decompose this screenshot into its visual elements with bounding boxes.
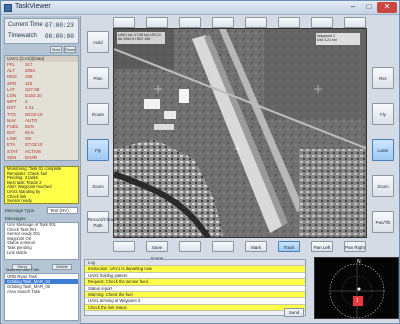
title-bar: TaskViewer – □ ✕ <box>1 1 399 15</box>
side-left-button-6[interactable]: Record/Clear Path <box>87 211 115 233</box>
pan-left-button[interactable]: Pan Left <box>311 241 333 252</box>
send-log-button[interactable]: Send <box>284 308 304 317</box>
side-right-button-5[interactable]: Pan/Tilt <box>372 211 394 233</box>
mark-button[interactable]: Mark <box>245 241 267 252</box>
bottom-button-blank-2[interactable] <box>179 241 201 252</box>
maximize-button[interactable]: □ <box>361 2 377 13</box>
side-left-button-3[interactable]: Route <box>87 103 109 125</box>
radar-north-label: N <box>357 259 361 265</box>
top-button-3[interactable] <box>179 17 201 28</box>
radar-contact-label: 1 <box>356 298 359 304</box>
side-right-button-1[interactable]: Rec <box>372 67 394 89</box>
uav-info-label: UAV1 lat:-27.08 lon:153.10 Alt 2064 ft H… <box>117 32 165 44</box>
timewatch-label: Timewatch <box>8 33 37 39</box>
task-list-item[interactable]: Area Search Task <box>5 289 78 294</box>
close-button[interactable]: ✕ <box>377 2 397 13</box>
waypoint-info-line-2: Dist 4.21 km <box>317 38 337 42</box>
top-button-1[interactable] <box>113 17 135 28</box>
alert-list-item[interactable]: Sensor ready <box>5 199 78 203</box>
message-history-list[interactable]: UAV Message of Task 001 Check Task 001 Sen… <box>4 222 79 260</box>
top-button-7[interactable] <box>311 17 333 28</box>
side-right-button-4[interactable]: Zoom <box>372 175 394 197</box>
app-window: TaskViewer – □ ✕ Current Time 07:00:23 T… <box>0 0 400 324</box>
window-title: TaskViewer <box>15 3 51 10</box>
message-log[interactable]: Log Instruction: UAV1 is departing now UAV… <box>84 259 306 316</box>
radar-scope <box>329 263 385 319</box>
side-left-button-5[interactable]: Zoom <box>87 175 109 197</box>
top-button-8[interactable] <box>344 17 366 28</box>
app-icon <box>4 4 12 12</box>
message-type-select[interactable]: Text (HV) <box>47 207 78 214</box>
reset-button[interactable]: Reset <box>64 46 76 53</box>
current-time-value: 07:00:23 <box>45 22 74 29</box>
current-time-label: Current Time <box>8 22 43 28</box>
clock-panel: Current Time 07:00:23 Timewatch 00:00:00 <box>4 18 79 44</box>
top-button-2[interactable] <box>146 17 168 28</box>
data-value: EO/IR <box>25 154 38 160</box>
side-left-button-2[interactable]: Plan <box>87 67 109 89</box>
start-button[interactable]: Start <box>50 46 62 53</box>
side-left-button-4[interactable]: Fly <box>87 139 109 161</box>
bottom-button-blank-1[interactable] <box>113 241 135 252</box>
history-label: Messages <box>5 216 26 221</box>
aerial-map-view[interactable]: UAV1 lat:-27.08 lon:153.10 Alt 2064 ft H… <box>113 28 367 238</box>
data-table-row: SEN EO/IR <box>5 154 78 160</box>
waypoint-info-label: Waypoint 3 Dist 4.21 km <box>316 33 360 45</box>
side-left-button-1[interactable]: Hold <box>87 31 109 53</box>
track-button[interactable]: Track <box>278 241 300 252</box>
top-button-6[interactable] <box>278 17 300 28</box>
side-right-button-3[interactable]: Loiter <box>372 139 394 161</box>
side-right-button-2[interactable]: Fly <box>372 103 394 125</box>
aerial-photo <box>114 29 366 237</box>
uav-data-table: UAV1 (CAS)(Data) FFL 317 ALT 2064 HDG 108 SPD 1… <box>4 55 79 161</box>
data-key: SEN <box>7 154 17 160</box>
left-panel: Current Time 07:00:23 Timewatch 00:00:00… <box>2 16 81 324</box>
pan-right-button[interactable]: Pan Right <box>344 241 366 252</box>
top-button-4[interactable] <box>212 17 234 28</box>
minimize-button[interactable]: – <box>345 2 361 13</box>
delete-message-button[interactable]: Delete <box>52 264 72 270</box>
tasks-label: Tasks for UAV Path <box>5 267 40 272</box>
task-list[interactable]: ORB-Ryan Task Orbiting Task_MAR_04 Orbitin… <box>4 273 79 321</box>
timewatch-value: 00:00:00 <box>45 33 74 40</box>
uav-info-line-2: Alt 2064 ft HDG 108 <box>118 37 151 41</box>
history-list-item[interactable]: Link stable <box>5 250 78 256</box>
message-type-label: Message Type <box>5 208 35 213</box>
bottom-button-blank-3[interactable] <box>212 241 234 252</box>
alert-list[interactable]: Monitoring: Task 01 complete Reminder: Ch… <box>4 166 79 204</box>
message-log-row[interactable]: Check the link status <box>85 304 305 312</box>
save-image-button[interactable]: Save Image <box>146 241 168 261</box>
top-button-5[interactable] <box>245 17 267 28</box>
radar-display: N 1 <box>314 257 399 319</box>
